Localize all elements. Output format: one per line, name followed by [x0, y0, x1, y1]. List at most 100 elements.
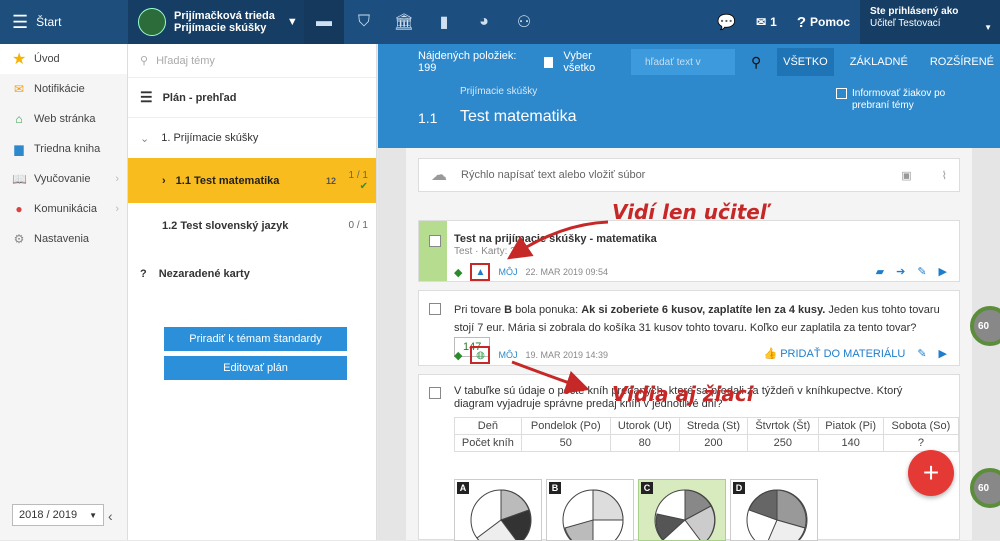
check-icon: ✔ [359, 180, 368, 192]
tag-icon[interactable]: ◆ [454, 349, 462, 362]
shield-icon[interactable]: ⛉ [344, 0, 384, 44]
sidebar-item-intro[interactable]: ★ Úvod [0, 44, 127, 74]
topic-item-slovak[interactable]: 1.2 Test slovenský jazyk 0 / 1 [128, 203, 376, 248]
table-header: Pondelok (Po) [520, 417, 611, 435]
card-meta: Test · Karty: 2 [454, 246, 516, 257]
pie-chart-icon [746, 489, 808, 540]
bank-icon[interactable]: 🏛 [384, 0, 424, 44]
briefcase-icon[interactable]: ▬ [304, 0, 344, 44]
chevron-right-icon: › [115, 173, 119, 185]
topic-item-math[interactable]: › 1.1 Test matematika 12 1 / 1 ✔ [128, 158, 376, 203]
table-header: Utorok (Ut) [609, 417, 680, 435]
topic-progress-value: 1 / 1 [348, 169, 368, 181]
sidebar-item-label: Nastavenia [34, 233, 90, 245]
tab-basic[interactable]: ZÁKLADNÉ [844, 56, 914, 68]
caret-down-icon: ▼ [984, 23, 992, 32]
question-icon: ? [796, 13, 806, 31]
topic-group[interactable]: ⌄ 1. Prijímacie skúšky [128, 118, 376, 158]
sidebar-item-notifications[interactable]: ✉ Notifikácie [0, 74, 127, 104]
sidebar-item-label: Triedna kniha [34, 143, 101, 155]
pencil-icon[interactable]: ✎ [917, 347, 926, 360]
quick-post-placeholder: Rýchlo napísať text alebo vložiť súbor [461, 169, 646, 181]
assign-standards-button[interactable]: Priradiť k témam štandardy [164, 327, 347, 351]
year-select[interactable]: 2018 / 2019 ▼ [12, 504, 104, 526]
cloud-upload-icon: ☁ [431, 167, 447, 184]
sidebar-item-teaching[interactable]: 📖 Vyučovanie › [0, 164, 127, 194]
card-date: 19. MAR 2019 14:39 [525, 350, 609, 360]
card-question[interactable]: Pri tovare B bola ponuka: Ak si zoberiet… [418, 290, 960, 366]
sidebar-item-website[interactable]: ⌂ Web stránka [0, 104, 127, 134]
image-icon[interactable]: ▣ [901, 169, 911, 182]
add-card-button[interactable]: + [908, 450, 954, 496]
sidebar-item-class-book[interactable]: ▆ Triedna kniha [0, 134, 127, 164]
chevron-down-icon: ⌄ [140, 132, 150, 145]
unassigned-cards[interactable]: ? Nezaradené karty [128, 254, 376, 294]
card-checkbox[interactable] [429, 387, 441, 399]
add-to-material-button[interactable]: 👍 PRIDAŤ DO MATERIÁLU [763, 347, 905, 360]
people-icon[interactable]: ⚇ [504, 0, 544, 44]
question-icon: ? [140, 268, 147, 280]
paperclip-icon[interactable]: ⌇ [942, 169, 947, 182]
table-cell: 50 [520, 434, 611, 452]
start-menu[interactable]: ☰ Štart [0, 0, 128, 44]
card-search-input[interactable]: hľadať text v [631, 49, 736, 75]
folder-icon[interactable]: ▰ [876, 265, 884, 278]
option-a[interactable]: A [454, 479, 542, 541]
sidebar-item-communication[interactable]: ● Komunikácia › [0, 194, 127, 224]
chat-icon[interactable]: 💬 [707, 13, 746, 31]
topic-search[interactable]: ⚲ Hľadaj témy [128, 44, 376, 78]
card-title: Test na prijímacie skúšky - matematika [454, 233, 657, 245]
topic-search-placeholder: Hľadaj témy [156, 54, 215, 67]
option-c[interactable]: C [638, 479, 726, 541]
chevron-right-icon: › [115, 203, 119, 215]
collapse-sidebar-icon[interactable]: ‹ [108, 508, 113, 524]
page-title: Test matematika [460, 108, 577, 125]
class-switcher[interactable]: Prijímačková trieda Prijímacie skúšky ▼ [128, 0, 304, 44]
sidebar: ★ Úvod ✉ Notifikácie ⌂ Web stránka ▆ Tri… [0, 44, 128, 540]
edit-plan-button[interactable]: Editovať plán [164, 356, 347, 380]
topic-label: 1.2 Test slovenský jazyk [162, 219, 289, 232]
search-icon: ⚲ [140, 55, 149, 67]
table-cell: ? [882, 434, 960, 452]
play-icon[interactable]: ▶ [939, 265, 947, 278]
tab-extended[interactable]: ROZŠÍRENÉ [924, 56, 1000, 68]
option-d[interactable]: D [730, 479, 818, 541]
graduation-cap-icon[interactable]: ▲ [470, 263, 491, 281]
inform-students[interactable]: Informovať žiakov po prebraní témy [836, 88, 972, 112]
topic-progress: 1 / 1 ✔ [349, 170, 368, 192]
quick-post-input[interactable]: ☁ Rýchlo napísať text alebo vložiť súbor… [418, 158, 960, 192]
annotation-students: Vidia aj žiaci [612, 382, 754, 406]
option-b[interactable]: B [546, 479, 634, 541]
table-cell: 80 [609, 434, 680, 452]
plan-overview[interactable]: ☰ Plán - prehľad [128, 78, 376, 118]
card-test[interactable]: Test na prijímacie skúšky - matematika T… [418, 220, 960, 282]
pie-chart-icon [654, 489, 716, 540]
palette-icon[interactable]: ◕ [464, 0, 504, 44]
mail-button[interactable]: ✉ 1 [746, 15, 787, 29]
user-menu[interactable]: Ste prihlásený ako Učiteľ Testovací ▼ [860, 0, 1000, 44]
topic-subtitle: Prijímacie skúšky [460, 86, 538, 97]
search-icon[interactable]: ⚲ [745, 54, 767, 71]
bar-chart-icon[interactable]: ▮ [424, 0, 464, 44]
help-button[interactable]: ? Pomoc [787, 14, 860, 31]
tab-all[interactable]: VŠETKO [777, 48, 834, 76]
sidebar-item-settings[interactable]: ⚙ Nastavenia [0, 224, 127, 254]
year-value: 2018 / 2019 [19, 509, 78, 521]
tag-icon[interactable]: ◆ [454, 266, 462, 279]
table-header: Streda (St) [678, 417, 749, 435]
topic-progress-value: 0 / 1 [348, 220, 368, 231]
filter-bar: Nájdených položiek: 199 Vyber všetko hľa… [378, 44, 1000, 80]
chat-icon: ● [15, 202, 23, 216]
table-row-label: Počet kníh [454, 434, 522, 452]
select-all-label: Vyber všetko [563, 50, 596, 74]
table-header: Sobota (So) [882, 417, 960, 435]
sidebar-item-label: Notifikácie [34, 83, 85, 95]
inform-checkbox[interactable] [836, 88, 847, 99]
play-icon[interactable]: ▶ [939, 347, 947, 360]
login-icon[interactable]: ➔ [896, 265, 905, 278]
globe-icon[interactable]: ◍ [470, 346, 491, 364]
card-checkbox[interactable] [429, 235, 441, 247]
pencil-icon[interactable]: ✎ [917, 265, 926, 278]
card-checkbox[interactable] [429, 303, 441, 315]
select-all-checkbox[interactable] [543, 56, 554, 68]
